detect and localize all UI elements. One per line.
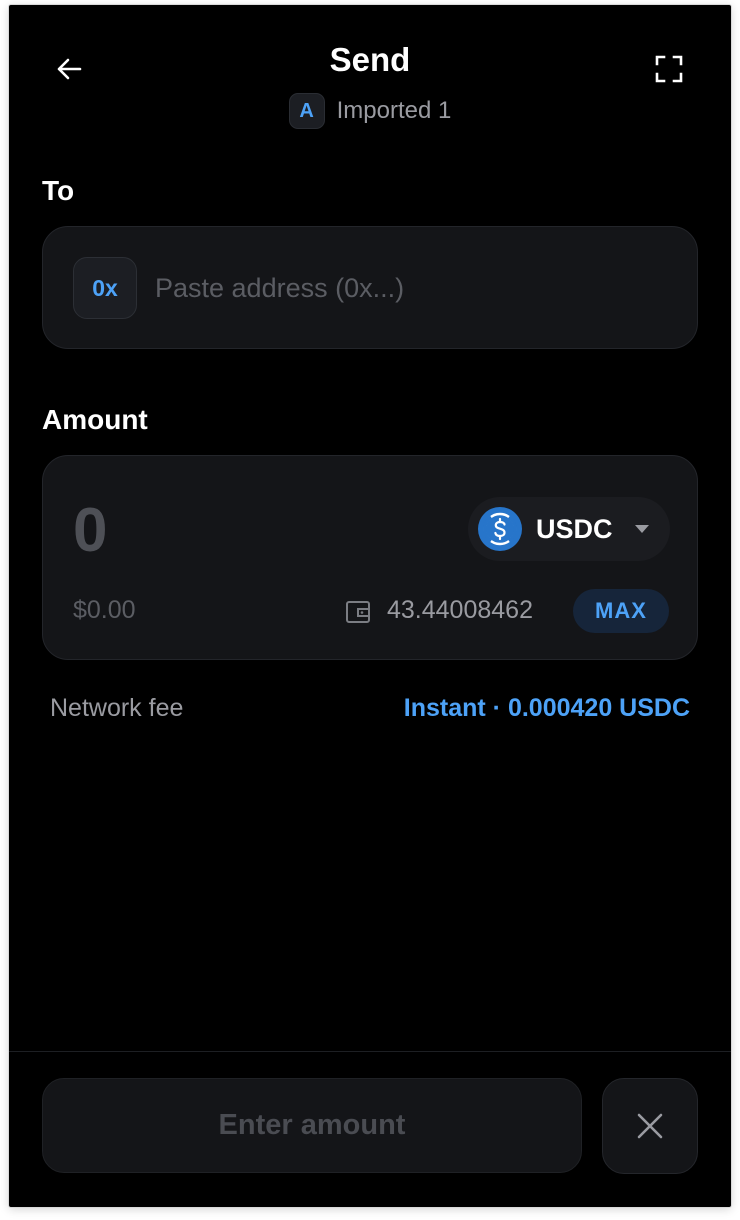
- token-symbol: USDC: [536, 513, 613, 544]
- amount-card: USDC $0.00 43.44008462 MAX: [42, 455, 698, 660]
- enter-amount-button[interactable]: Enter amount: [42, 1078, 582, 1173]
- wallet-icon: [346, 601, 370, 623]
- account-selector[interactable]: A Imported 1: [9, 93, 731, 129]
- account-badge: A: [288, 93, 325, 129]
- page-title: Send: [329, 41, 411, 78]
- close-button[interactable]: [602, 1078, 698, 1174]
- network-fee-value[interactable]: Instant · 0.000420 USDC: [404, 694, 690, 723]
- chevron-down-icon: [634, 525, 649, 533]
- expand-icon: [655, 55, 683, 83]
- close-icon: [637, 1113, 663, 1139]
- to-label: To: [42, 175, 75, 206]
- recipient-card: 0x: [42, 226, 698, 349]
- send-screen: Send A Imported 1 To 0x Amount USDC: [9, 5, 731, 1207]
- token-balance: 43.44008462: [387, 596, 533, 624]
- usdc-logo-icon: [478, 507, 522, 551]
- max-button[interactable]: MAX: [573, 589, 669, 633]
- network-fee-label: Network fee: [50, 694, 184, 722]
- address-prefix-chip: 0x: [73, 257, 137, 319]
- fiat-value: $0.00: [73, 596, 136, 624]
- amount-label: Amount: [42, 404, 148, 435]
- amount-input[interactable]: [73, 490, 373, 570]
- address-input[interactable]: [155, 257, 675, 319]
- account-name: Imported 1: [336, 97, 452, 124]
- token-selector[interactable]: USDC: [468, 497, 670, 561]
- footer-divider: [9, 1051, 731, 1052]
- expand-button[interactable]: [649, 49, 689, 89]
